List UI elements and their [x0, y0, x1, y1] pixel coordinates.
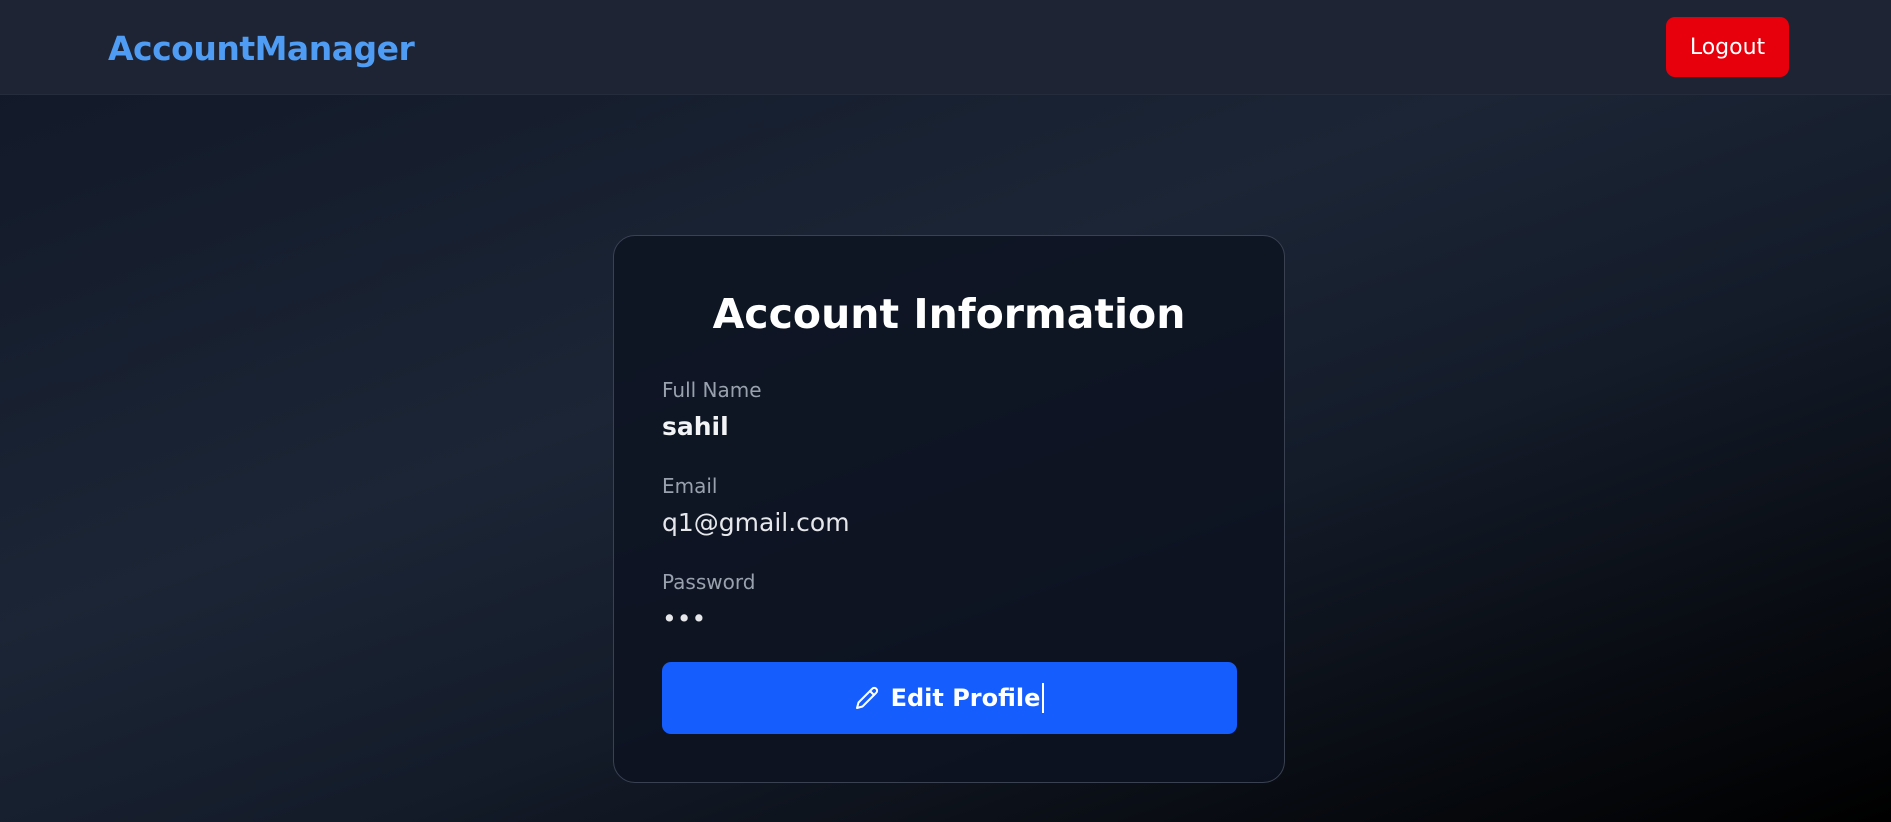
app-brand-logo[interactable]: AccountManager: [108, 27, 415, 71]
text-cursor: [1042, 683, 1045, 713]
email-value: q1@gmail.com: [662, 508, 850, 537]
top-navbar: AccountManager Logout: [0, 0, 1891, 95]
pencil-icon: [855, 686, 878, 709]
full-name-value: sahil: [662, 412, 729, 441]
full-name-label: Full Name: [662, 378, 762, 402]
edit-profile-button[interactable]: Edit Profile: [662, 662, 1237, 734]
email-label: Email: [662, 474, 718, 498]
account-info-card: Account Information Full Name sahil Emai…: [613, 235, 1285, 783]
page-title: Account Information: [712, 290, 1186, 338]
password-value: •••: [662, 604, 707, 633]
logout-button[interactable]: Logout: [1666, 17, 1789, 77]
edit-profile-label: Edit Profile: [890, 684, 1041, 712]
password-label: Password: [662, 570, 756, 594]
